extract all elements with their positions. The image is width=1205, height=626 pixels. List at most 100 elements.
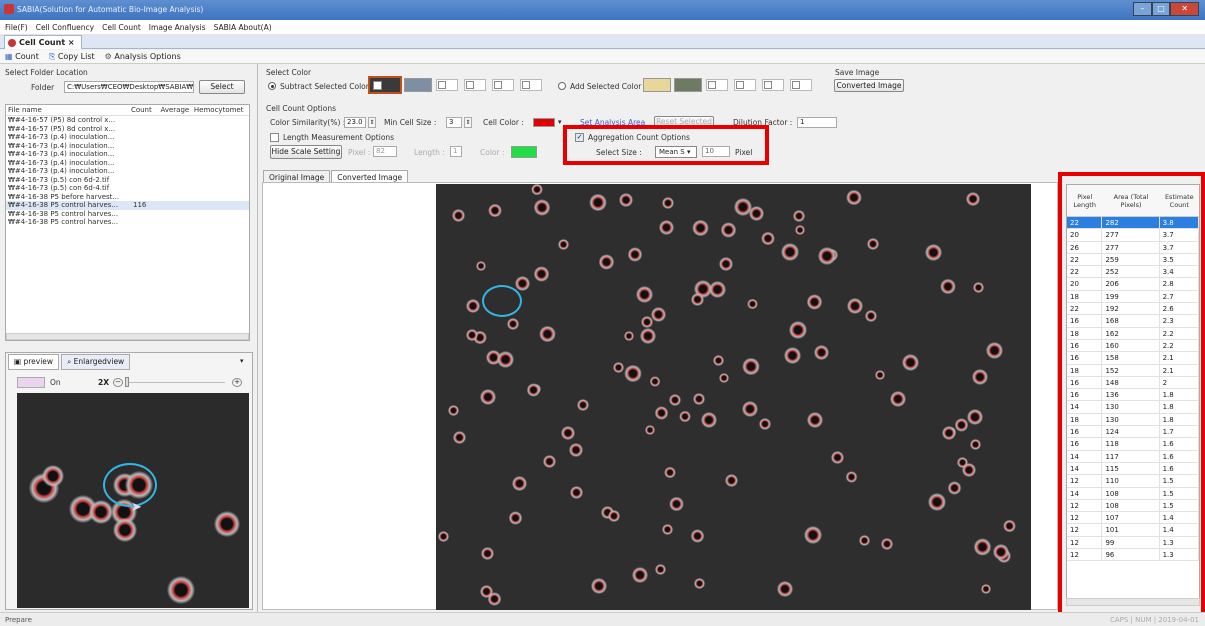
tab-enlarged-view[interactable]: ⌕ Enlargedview <box>61 354 131 370</box>
subtract-slot-checkbox[interactable] <box>466 81 474 89</box>
analysis-options-button[interactable]: ⚙ Analysis Options <box>105 52 181 61</box>
table-row[interactable]: 16 158 2.1 <box>1067 352 1199 365</box>
zoom-out-icon[interactable]: − <box>113 378 123 387</box>
folder-path-field[interactable]: C:₩Users₩CEO₩Desktop₩SABIA₩A <box>64 81 194 93</box>
col-hemocytometer[interactable]: Hemocytomet <box>194 105 249 115</box>
list-item[interactable]: ₩#4-16-73 (p.5) con 6d-4.tif <box>6 184 249 193</box>
close-icon[interactable]: ✕ <box>1170 2 1200 16</box>
subtract-color-slot-empty[interactable] <box>464 79 486 91</box>
list-item[interactable]: ₩#4-16-38 P5 control harves... <box>6 210 249 219</box>
list-item[interactable]: ₩#4-16-38 P5 control harves... <box>6 218 249 227</box>
menu-file[interactable]: File(F) <box>5 23 28 32</box>
table-row[interactable]: 14 115 1.6 <box>1067 462 1199 476</box>
count-button[interactable]: ▦ Count <box>5 52 39 61</box>
zoom-slider-handle[interactable] <box>125 377 129 387</box>
select-size-dropdown[interactable]: Mean S ▾ <box>655 146 697 158</box>
min-cell-size-spinner[interactable]: ⇕ <box>464 117 472 128</box>
list-item[interactable]: ₩#4-16-73 (p.4) inoculation... <box>6 167 249 176</box>
pixel-input[interactable]: 82 <box>373 146 397 157</box>
subtract-slot-checkbox[interactable] <box>494 81 502 89</box>
select-folder-button[interactable]: Select <box>199 80 245 94</box>
converted-image[interactable] <box>436 184 1031 610</box>
add-color-slot-empty[interactable] <box>706 79 728 91</box>
table-row[interactable]: 22 192 2.6 <box>1067 303 1199 316</box>
subtract-color-slot-empty[interactable] <box>492 79 514 91</box>
table-row[interactable]: 18 199 2.7 <box>1067 290 1199 304</box>
table-row[interactable]: 12 108 1.5 <box>1067 499 1199 513</box>
add-color-slot-empty[interactable] <box>762 79 784 91</box>
add-color-slot-empty[interactable] <box>734 79 756 91</box>
table-row[interactable]: 22 259 3.5 <box>1067 253 1199 267</box>
table-row[interactable]: 12 107 1.4 <box>1067 512 1199 525</box>
add-slot-checkbox[interactable] <box>792 81 800 89</box>
table-row[interactable]: 20 206 2.8 <box>1067 278 1199 291</box>
length-color-swatch[interactable] <box>511 146 537 158</box>
list-item[interactable]: ₩#4-16-73 (p.4) inoculation... <box>6 133 249 142</box>
aggregation-size-input[interactable]: 10 <box>702 146 730 157</box>
table-row[interactable]: 16 160 2.2 <box>1067 339 1199 353</box>
list-item[interactable]: ₩#4-16-73 (p.4) inoculation... <box>6 142 249 151</box>
table-row[interactable]: 16 148 2 <box>1067 376 1199 390</box>
table-row[interactable]: 26 277 3.7 <box>1067 241 1199 254</box>
table-row[interactable]: 18 162 2.2 <box>1067 327 1199 340</box>
table-row[interactable]: 12 96 1.3 <box>1067 549 1199 562</box>
maximize-icon[interactable]: □ <box>1151 2 1171 16</box>
table-row[interactable]: 18 130 1.8 <box>1067 413 1199 427</box>
col-file-name[interactable]: File name <box>8 105 131 115</box>
list-item[interactable]: ₩#4-16-73 (p.4) inoculation... <box>6 150 249 159</box>
table-row[interactable]: 14 130 1.8 <box>1067 401 1199 414</box>
table-row[interactable]: 12 110 1.5 <box>1067 475 1199 488</box>
similarity-input[interactable]: 23.0 <box>344 117 366 128</box>
zoom-slider[interactable] <box>125 382 225 383</box>
subtract-color-slot-empty[interactable] <box>520 79 542 91</box>
table-row[interactable]: 16 168 2.3 <box>1067 315 1199 328</box>
add-color-slot-empty[interactable] <box>790 79 812 91</box>
tab-cell-count[interactable]: Cell Count × <box>4 35 82 49</box>
preview-color-swatch[interactable] <box>17 377 45 388</box>
save-converted-image-button[interactable]: Converted Image <box>834 79 904 92</box>
list-item[interactable]: ₩#4-16-57 (P5) 8d control x... <box>6 116 249 125</box>
length-input[interactable]: 1 <box>450 146 462 157</box>
table-row[interactable]: 14 117 1.6 <box>1067 450 1199 463</box>
file-list-scrollbar[interactable] <box>6 333 249 340</box>
col-area-total-pixels[interactable]: Area (Total Pixels) <box>1102 185 1159 216</box>
cell-color-dropdown-icon[interactable]: ▾ <box>558 118 562 126</box>
add-color-slot-2[interactable] <box>674 78 702 92</box>
subtract-color-slot-empty[interactable] <box>436 79 458 91</box>
table-row[interactable]: 16 124 1.7 <box>1067 426 1199 439</box>
col-estimate-count[interactable]: Estimate Count <box>1160 185 1199 216</box>
zoom-in-icon[interactable]: + <box>232 378 242 387</box>
menu-cell-count[interactable]: Cell Count <box>102 23 141 32</box>
menu-about[interactable]: SABIA About(A) <box>214 23 272 32</box>
list-item[interactable]: ₩#4-16-38 P5 before harvest... <box>6 193 249 202</box>
subtract-slot-checkbox[interactable] <box>438 81 446 89</box>
table-row[interactable]: 12 99 1.3 <box>1067 536 1199 550</box>
table-row[interactable]: 22 252 3.4 <box>1067 266 1199 279</box>
add-slot-checkbox[interactable] <box>764 81 772 89</box>
panel-dropdown-icon[interactable]: ▾ <box>240 357 244 365</box>
add-slot-checkbox[interactable] <box>736 81 744 89</box>
add-slot-checkbox[interactable] <box>708 81 716 89</box>
tab-preview[interactable]: ▣ preview <box>8 354 60 370</box>
table-row[interactable]: 16 136 1.8 <box>1067 389 1199 402</box>
subtract-slot-checkbox[interactable] <box>522 81 530 89</box>
aggregation-count-checkbox[interactable]: ✓ <box>575 133 584 142</box>
table-row[interactable]: 20 277 3.7 <box>1067 229 1199 242</box>
list-item[interactable]: ₩#4-16-38 P5 control harves... 116 <box>6 201 249 210</box>
min-cell-size-input[interactable]: 3 <box>446 117 462 128</box>
cell-color-swatch[interactable] <box>533 118 555 127</box>
table-row[interactable]: 12 101 1.4 <box>1067 524 1199 537</box>
list-item[interactable]: ₩#4-16-73 (p.4) inoculation... <box>6 159 249 168</box>
subtract-slot-checkbox[interactable] <box>373 81 382 90</box>
table-row[interactable]: 22 282 3.8 <box>1067 217 1199 230</box>
copy-list-button[interactable]: ⎘ Copy List <box>49 52 95 62</box>
length-measurement-checkbox[interactable] <box>270 133 279 142</box>
col-count[interactable]: Count <box>131 105 161 115</box>
col-average[interactable]: Average <box>160 105 193 115</box>
table-row[interactable]: 16 118 1.6 <box>1067 438 1199 451</box>
list-item[interactable]: ₩#4-16-57 (P5) 8d control x... <box>6 125 249 134</box>
subtract-color-slot-2[interactable] <box>404 78 432 92</box>
col-pixel-length[interactable]: Pixel Length <box>1067 185 1102 216</box>
add-color-radio[interactable] <box>558 82 566 90</box>
enlarged-preview-image[interactable]: ➤ <box>17 393 249 608</box>
